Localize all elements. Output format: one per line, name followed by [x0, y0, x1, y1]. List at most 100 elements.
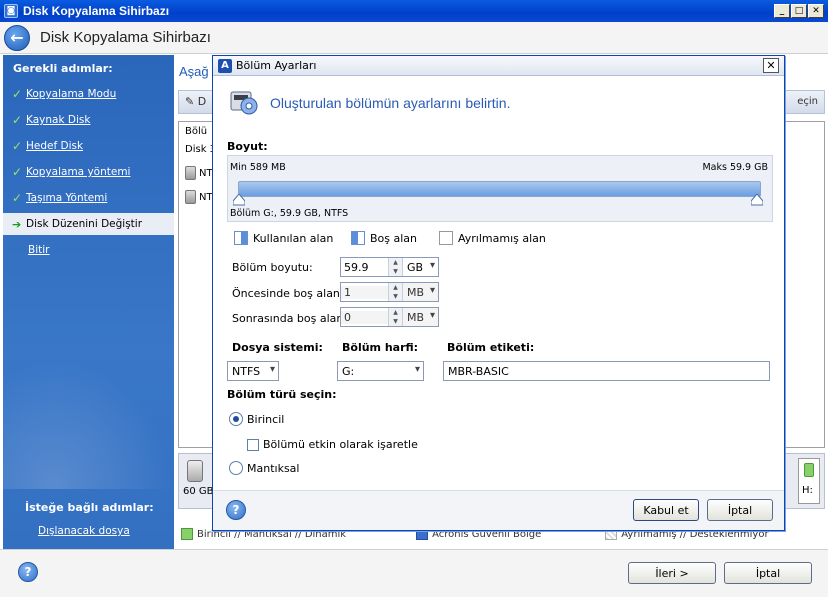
partition-size-label: Bölüm boyutu: — [232, 261, 313, 274]
sidebar-item-exclude-files[interactable]: Dışlanacak dosya — [38, 525, 130, 537]
logical-radio-label: Mantıksal — [247, 461, 300, 475]
dialog-close-button[interactable]: ✕ — [763, 58, 779, 73]
free-after-unit[interactable]: MB — [402, 308, 438, 326]
spin-arrows[interactable]: ▲ ▼ — [388, 283, 402, 301]
checkmark-icon: ✓ — [12, 165, 23, 179]
free-before-value[interactable]: 1 — [341, 285, 388, 299]
cancel-button[interactable]: İptal — [724, 562, 812, 584]
drive-letter-label: Bölüm harfi: — [342, 341, 419, 354]
legend-free: Boş alan — [351, 231, 417, 245]
chevron-down-icon: ▾ — [414, 364, 420, 375]
mark-active-checkbox[interactable]: Bölümü etkin olarak işaretle — [247, 438, 418, 451]
wizard-header: ← Disk Kopyalama Sihirbazı — [0, 22, 828, 54]
max-size-label: Maks 59.9 GB — [702, 162, 768, 173]
disk-icon — [185, 190, 196, 204]
toolbar-edit-label: D — [197, 95, 207, 108]
arrow-right-icon: ➔ — [12, 217, 22, 231]
close-button[interactable]: ✕ — [808, 4, 824, 18]
maximize-button[interactable]: □ — [791, 4, 807, 18]
disk-size-label: 60 GB — [183, 486, 214, 497]
table-row[interactable]: NT — [185, 190, 213, 204]
sidebar-item-move-method[interactable]: ✓ Taşıma Yöntemi — [3, 187, 174, 209]
next-button[interactable]: İleri > — [628, 562, 716, 584]
sidebar-item-target-disk[interactable]: ✓ Hedef Disk — [3, 135, 174, 157]
sidebar-item-label: Disk Düzenini Değiştir — [26, 218, 143, 230]
free-before-label: Öncesinde boş alan: — [232, 287, 344, 300]
filesystem-value: NTFS — [232, 364, 261, 378]
size-label: Boyut: — [227, 140, 268, 153]
wizard-title: Disk Kopyalama Sihirbazı — [40, 29, 211, 46]
free-before-unit[interactable]: MB — [402, 283, 438, 301]
sidebar-decoration — [3, 359, 174, 489]
checkmark-icon: ✓ — [12, 113, 23, 127]
unallocated-space-swatch — [439, 231, 453, 245]
sidebar-item-label: Kopyalama Modu — [26, 88, 117, 100]
sidebar-item-source-disk[interactable]: ✓ Kaynak Disk — [3, 109, 174, 131]
dialog-help-icon[interactable]: ? — [226, 500, 246, 520]
sidebar-item-copy-mode[interactable]: ✓ Kopyalama Modu — [3, 83, 174, 105]
legend-used: Kullanılan alan — [234, 231, 333, 245]
filesystem-select[interactable]: NTFS ▾ — [227, 361, 279, 381]
drive-letter-select[interactable]: G: ▾ — [337, 361, 424, 381]
legend-unallocated: Ayrılmamış alan — [439, 231, 546, 245]
accept-button[interactable]: Kabul et — [633, 499, 699, 521]
free-after-spinner[interactable]: 0 ▲ ▼ MB — [340, 307, 439, 327]
help-icon[interactable]: ? — [18, 562, 38, 582]
sidebar-item-finish[interactable]: Bitir — [3, 239, 174, 261]
sidebar: Gerekli adımlar: ✓ Kopyalama Modu ✓ Kayn… — [3, 55, 174, 549]
page-title: Aşağ — [179, 64, 209, 79]
row-label: NT — [199, 167, 213, 179]
sidebar-item-copy-method[interactable]: ✓ Kopyalama yöntemi — [3, 161, 174, 183]
primary-legend-swatch — [181, 528, 193, 540]
cancel-button-label: İptal — [755, 566, 781, 580]
primary-radio[interactable]: Birincil — [229, 412, 284, 426]
left-slider-handle[interactable] — [233, 194, 245, 206]
free-space-swatch — [351, 231, 365, 245]
partition-h-label: H: — [802, 485, 813, 496]
logical-radio[interactable]: Mantıksal — [229, 461, 299, 475]
partition-size-bar[interactable] — [238, 181, 761, 197]
dialog-cancel-label: İptal — [727, 503, 753, 517]
partition-size-value[interactable]: 59.9 — [341, 261, 388, 274]
volume-label-input[interactable]: MBR-BASIC — [443, 361, 770, 381]
sidebar-item-label: Bitir — [28, 244, 50, 256]
primary-radio-label: Birincil — [247, 412, 285, 426]
filesystem-label: Dosya sistemi: — [232, 341, 323, 354]
window-title: Disk Kopyalama Sihirbazı — [23, 4, 170, 18]
partition-settings-icon — [230, 91, 258, 115]
minimize-button[interactable]: _ — [774, 4, 790, 18]
radio-icon — [229, 461, 243, 475]
partition-icon — [804, 463, 814, 477]
free-after-label: Sonrasında boş alan: — [232, 312, 348, 325]
dialog-footer: ? Kabul et İptal — [213, 490, 784, 530]
spin-arrows[interactable]: ▲ ▼ — [388, 308, 402, 326]
toolbar-select-label[interactable]: eçin — [797, 96, 818, 107]
hard-disk-icon — [187, 460, 203, 482]
table-row[interactable]: NT — [185, 166, 213, 180]
window-controls: _ □ ✕ — [774, 4, 824, 18]
dialog-titlebar: A Bölüm Ayarları ✕ — [213, 56, 784, 76]
accept-button-label: Kabul et — [643, 503, 689, 517]
partition-h-block[interactable]: H: — [798, 458, 820, 504]
app-icon: ◙ — [4, 4, 18, 18]
drive-letter-value: G: — [342, 364, 355, 378]
dialog-cancel-button[interactable]: İptal — [707, 499, 773, 521]
volume-label-label: Bölüm etiketi: — [447, 341, 535, 354]
partition-settings-dialog: A Bölüm Ayarları ✕ Oluşturulan bölümün a… — [212, 55, 785, 531]
free-after-value[interactable]: 0 — [341, 310, 388, 324]
sidebar-item-change-layout[interactable]: ➔ Disk Düzenini Değiştir — [3, 213, 174, 235]
acronis-icon: A — [218, 58, 232, 73]
back-arrow-icon[interactable]: ← — [4, 24, 30, 51]
right-slider-handle[interactable] — [751, 194, 763, 206]
toolbar-edit-button[interactable]: ✎ D — [185, 95, 206, 108]
free-before-spinner[interactable]: 1 ▲ ▼ MB — [340, 282, 439, 302]
partition-size-unit[interactable]: GB — [402, 258, 438, 276]
checkbox-icon — [247, 438, 259, 451]
dialog-heading: Oluşturulan bölümün ayarlarını belirtin. — [270, 95, 511, 111]
window-titlebar: ◙ Disk Kopyalama Sihirbazı _ □ ✕ — [0, 0, 828, 22]
dialog-title: Bölüm Ayarları — [236, 59, 317, 72]
partition-size-spinner[interactable]: 59.9 ▲ ▼ GB — [340, 257, 439, 277]
mark-active-label: Bölümü etkin olarak işaretle — [263, 438, 418, 451]
wizard-footer: ? İleri > İptal — [0, 549, 828, 597]
spin-arrows[interactable]: ▲ ▼ — [388, 258, 402, 276]
